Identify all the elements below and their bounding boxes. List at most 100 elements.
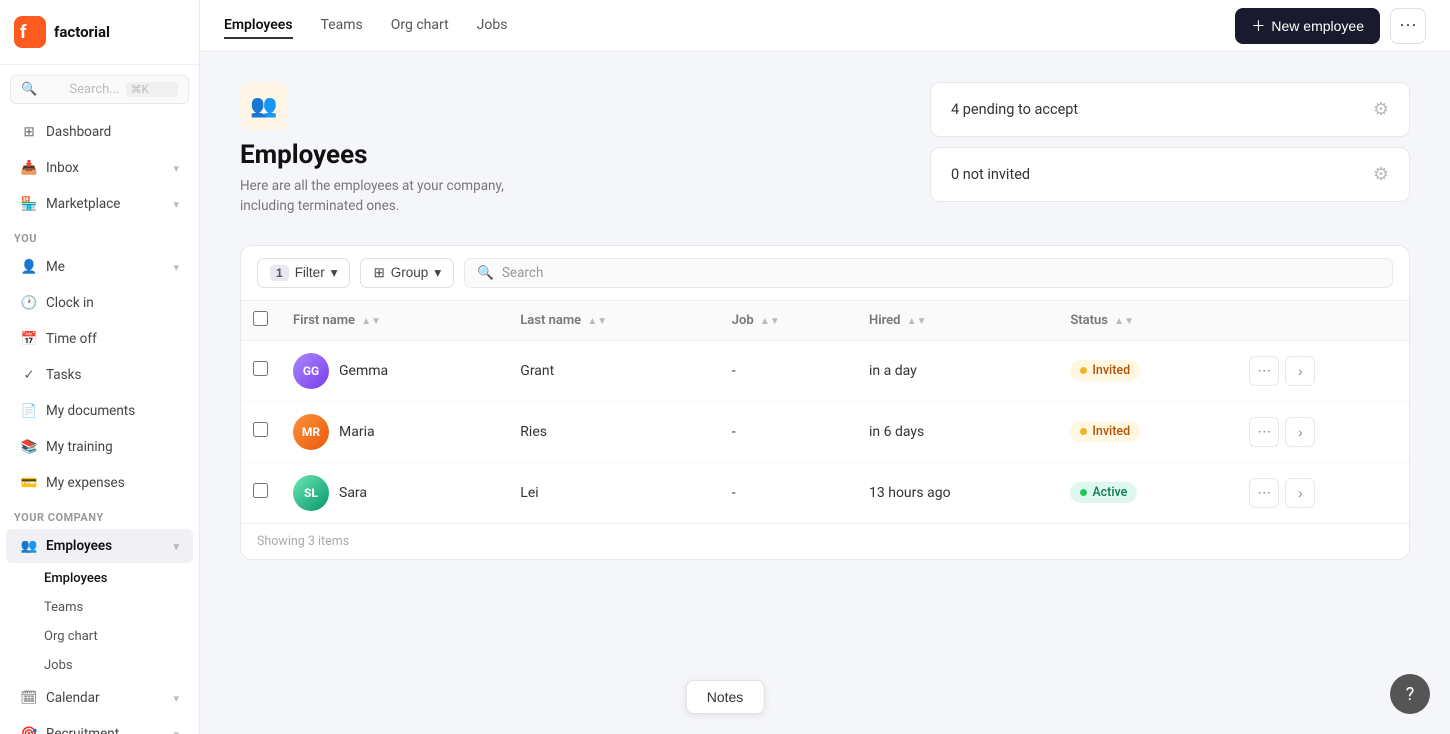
chevron-down-icon: ▾ [173, 162, 179, 175]
page-header: 👥 Employees Here are all the employees a… [240, 82, 1410, 217]
row-navigate-button[interactable]: › [1285, 417, 1315, 447]
help-bubble[interactable]: ? [1390, 674, 1430, 714]
search-shortcut: ⌘K [126, 82, 178, 97]
row-navigate-button[interactable]: › [1285, 356, 1315, 386]
status-badge: Invited [1070, 421, 1140, 442]
notes-button[interactable]: Notes [686, 680, 765, 714]
search-icon: 🔍 [477, 265, 494, 281]
th-job[interactable]: Job ▲▼ [720, 301, 857, 341]
status-badge: Invited [1070, 360, 1140, 381]
employees-icon: 👥 [250, 94, 277, 119]
sidebar-item-label: Tasks [46, 367, 81, 383]
row-actions: ⋯ › [1249, 356, 1397, 386]
sidebar-item-me[interactable]: 👤 Me ▾ [6, 250, 193, 284]
table-search[interactable]: 🔍 Search [464, 258, 1393, 288]
row-checkbox-cell[interactable] [241, 340, 281, 401]
sidebar-item-inbox[interactable]: 📥 Inbox ▾ [6, 151, 193, 185]
tab-jobs[interactable]: Jobs [477, 13, 508, 39]
row-checkbox[interactable] [253, 483, 268, 498]
row-checkbox[interactable] [253, 422, 268, 437]
calendar-icon: 📅 [20, 330, 38, 348]
sidebar-sub-item-jobs[interactable]: Jobs [6, 652, 193, 679]
sidebar-item-my-documents[interactable]: 📄 My documents [6, 394, 193, 428]
sidebar-item-dashboard[interactable]: ⊞ Dashboard [6, 115, 193, 149]
chevron-down-icon: ▾ [173, 540, 179, 553]
grid-icon: ⊞ [20, 123, 38, 141]
sidebar-item-employees[interactable]: 👥 Employees ▾ [6, 529, 193, 563]
pending-text: 4 pending to accept [951, 101, 1078, 118]
group-button[interactable]: ⊞ Group ▾ [360, 258, 454, 288]
select-all-header[interactable] [241, 301, 281, 341]
inbox-icon: 📥 [20, 159, 38, 177]
cell-first-name: GG Gemma [281, 340, 508, 401]
filter-button[interactable]: 1 Filter ▾ [257, 258, 350, 288]
sidebar-item-my-training[interactable]: 📚 My training [6, 430, 193, 464]
sidebar-sub-item-org-chart[interactable]: Org chart [6, 623, 193, 650]
new-employee-button[interactable]: ＋ New employee [1235, 8, 1380, 44]
sidebar-item-my-expenses[interactable]: 💳 My expenses [6, 466, 193, 500]
sidebar-item-label: Recruitment [46, 726, 119, 734]
recruit-icon: 🎯 [20, 725, 38, 734]
sort-icon-hired: ▲▼ [907, 316, 927, 327]
cell-status: Invited [1058, 340, 1237, 401]
sidebar-sub-item-label: Org chart [44, 629, 98, 644]
tasks-icon: ✓ [20, 366, 38, 384]
tab-employees[interactable]: Employees [224, 13, 293, 39]
sidebar-sub-item-employees[interactable]: Employees [6, 565, 193, 592]
row-navigate-button[interactable]: › [1285, 478, 1315, 508]
tab-org-chart[interactable]: Org chart [391, 13, 449, 39]
sidebar-item-time-off[interactable]: 📅 Time off [6, 322, 193, 356]
page-title-icon: 👥 [240, 82, 288, 130]
sidebar-item-marketplace[interactable]: 🏪 Marketplace ▾ [6, 187, 193, 221]
page-header-left: 👥 Employees Here are all the employees a… [240, 82, 900, 217]
subtitle-line1: Here are all the employees at your compa… [240, 178, 504, 194]
status-label: Invited [1092, 424, 1130, 439]
th-status[interactable]: Status ▲▼ [1058, 301, 1237, 341]
row-checkbox-cell[interactable] [241, 401, 281, 462]
sidebar-item-clock-in[interactable]: 🕐 Clock in [6, 286, 193, 320]
sort-icon-job: ▲▼ [760, 316, 780, 327]
gear-icon-not-invited[interactable]: ⚙ [1373, 164, 1389, 185]
select-all-checkbox[interactable] [253, 311, 268, 326]
tab-teams[interactable]: Teams [321, 13, 363, 39]
subtitle-line2: including terminated ones. [240, 198, 399, 214]
sidebar-item-calendar[interactable]: 🗓 Calendar ▾ [6, 681, 193, 715]
clock-icon: 🕐 [20, 294, 38, 312]
cell-actions: ⋯ › [1237, 340, 1409, 401]
col-hired: Hired [869, 313, 900, 328]
sidebar-sub-item-teams[interactable]: Teams [6, 594, 193, 621]
you-section-label: YOU [0, 222, 199, 249]
status-dot [1080, 367, 1087, 374]
cell-actions: ⋯ › [1237, 401, 1409, 462]
sidebar-search[interactable]: 🔍 Search... ⌘K [10, 75, 189, 104]
cell-hired: in a day [857, 340, 1058, 401]
doc-icon: 📄 [20, 402, 38, 420]
filter-count: 1 [270, 265, 289, 281]
search-placeholder: Search... [69, 82, 119, 97]
th-last-name[interactable]: Last name ▲▼ [508, 301, 719, 341]
chevron-down-icon: ▾ [434, 265, 441, 281]
cell-actions: ⋯ › [1237, 462, 1409, 523]
gear-icon-pending[interactable]: ⚙ [1373, 99, 1389, 120]
more-options-button[interactable]: ⋯ [1390, 8, 1426, 44]
chevron-down-icon: ▾ [173, 728, 179, 734]
row-more-button[interactable]: ⋯ [1249, 417, 1279, 447]
svg-text:f: f [20, 22, 27, 43]
table-row: MR Maria Ries - in 6 days Invited ⋯ › [241, 401, 1409, 462]
avatar: MR [293, 414, 329, 450]
row-checkbox-cell[interactable] [241, 462, 281, 523]
row-checkbox[interactable] [253, 361, 268, 376]
sidebar-item-tasks[interactable]: ✓ Tasks [6, 358, 193, 392]
row-more-button[interactable]: ⋯ [1249, 478, 1279, 508]
th-first-name[interactable]: First name ▲▼ [281, 301, 508, 341]
cell-status: Active [1058, 462, 1237, 523]
sidebar-item-label: My expenses [46, 475, 125, 491]
cell-last-name: Grant [508, 340, 719, 401]
th-hired[interactable]: Hired ▲▼ [857, 301, 1058, 341]
training-icon: 📚 [20, 438, 38, 456]
cell-first-name: SL Sara [281, 462, 508, 523]
notes-label: Notes [707, 689, 744, 705]
row-more-button[interactable]: ⋯ [1249, 356, 1279, 386]
row-actions: ⋯ › [1249, 478, 1397, 508]
sidebar-item-recruitment[interactable]: 🎯 Recruitment ▾ [6, 717, 193, 734]
